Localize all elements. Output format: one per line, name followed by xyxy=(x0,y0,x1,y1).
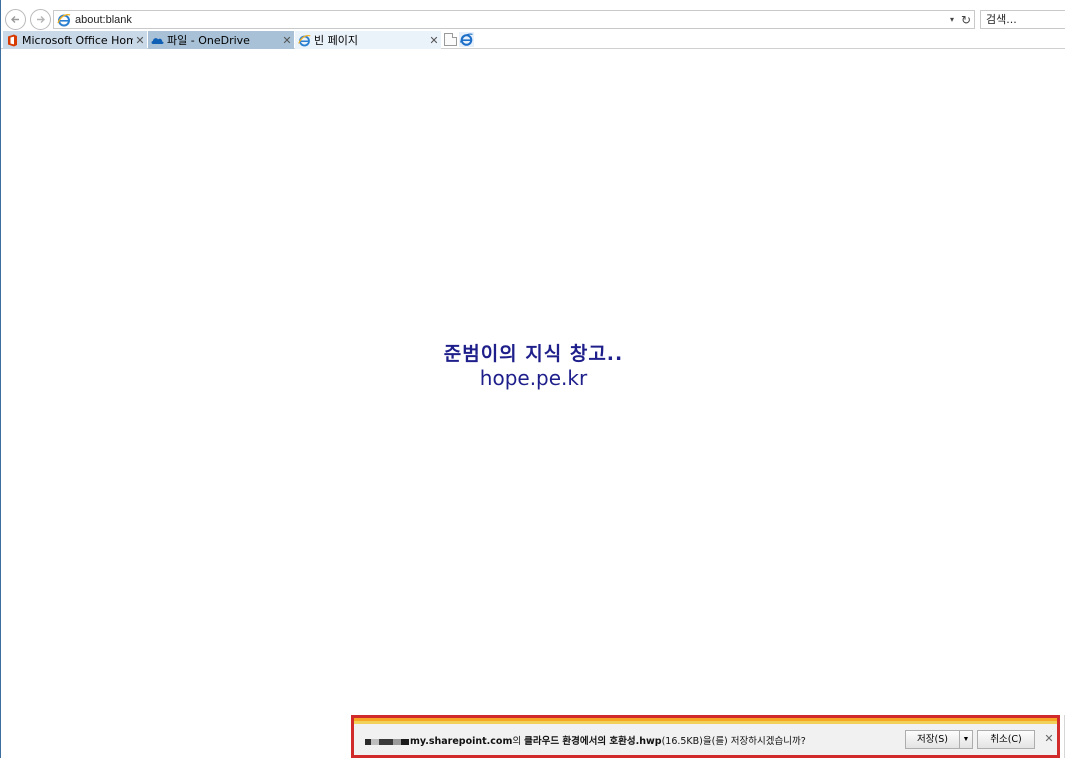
download-domain: my.sharepoint.com xyxy=(410,736,513,747)
forward-button[interactable] xyxy=(30,9,51,30)
ie-page-icon xyxy=(57,13,71,26)
back-button[interactable] xyxy=(5,9,26,30)
browser-window: about:blank ▾ ↻ 검색... Microsoft Office H… xyxy=(0,0,1065,758)
tab-close-icon[interactable]: ✕ xyxy=(280,34,294,47)
ie-logo-icon[interactable] xyxy=(459,32,474,47)
address-text: about:blank xyxy=(75,13,132,26)
back-arrow-icon xyxy=(11,16,19,23)
tab-onedrive[interactable]: 파일 - OneDrive ✕ xyxy=(148,31,294,49)
tab-blank-page[interactable]: 빈 페이지 ✕ xyxy=(295,31,441,49)
tab-close-icon[interactable]: ✕ xyxy=(133,34,147,47)
page-content: 준범이의 지식 창고.. hope.pe.kr xyxy=(2,49,1065,715)
onedrive-cloud-icon xyxy=(151,37,164,44)
tab-label: 파일 - OneDrive xyxy=(167,34,250,47)
office-logo-icon xyxy=(8,34,17,46)
address-dropdown-icon[interactable]: ▾ xyxy=(946,15,958,24)
download-filename: 클라우드 환경에서의 호환성.hwp xyxy=(524,736,662,747)
redacted-text xyxy=(365,738,409,745)
download-size: (16.5KB) xyxy=(661,736,703,747)
refresh-icon[interactable]: ↻ xyxy=(958,13,974,27)
save-dropdown-button[interactable]: ▼ xyxy=(960,730,973,749)
address-bar[interactable]: about:blank ▾ ↻ xyxy=(53,10,975,29)
site-title: 준범이의 지식 창고.. xyxy=(443,343,624,365)
tab-label: 빈 페이지 xyxy=(314,34,358,47)
address-toolbar: about:blank ▾ ↻ 검색... xyxy=(1,0,1065,31)
download-msg-part2: 을(를) 저장하시겠습니까? xyxy=(702,736,806,747)
cancel-button[interactable]: 취소(C) xyxy=(977,730,1035,749)
search-input[interactable]: 검색... xyxy=(980,10,1065,29)
tab-strip: Microsoft Office Home ✕ 파일 - OneDrive ✕ … xyxy=(1,31,1065,49)
download-prompt: my.sharepoint.com의 클라우드 환경에서의 호환성.hwp(16… xyxy=(354,724,1057,755)
tab-office-home[interactable]: Microsoft Office Home ✕ xyxy=(3,31,147,49)
site-domain: hope.pe.kr xyxy=(479,366,588,390)
close-icon[interactable]: ✕ xyxy=(1043,731,1055,747)
ie-page-icon xyxy=(298,34,311,46)
tab-close-icon[interactable]: ✕ xyxy=(427,34,441,47)
download-message: my.sharepoint.com의 클라우드 환경에서의 호환성.hwp(16… xyxy=(365,733,806,747)
download-notification-bar: my.sharepoint.com의 클라우드 환경에서의 호환성.hwp(16… xyxy=(351,715,1060,758)
save-button[interactable]: 저장(S) xyxy=(905,730,960,749)
tab-label: Microsoft Office Home xyxy=(22,33,133,47)
forward-arrow-icon xyxy=(37,16,45,23)
download-msg-part1: 의 xyxy=(512,736,525,747)
new-tab-button[interactable] xyxy=(444,33,457,46)
